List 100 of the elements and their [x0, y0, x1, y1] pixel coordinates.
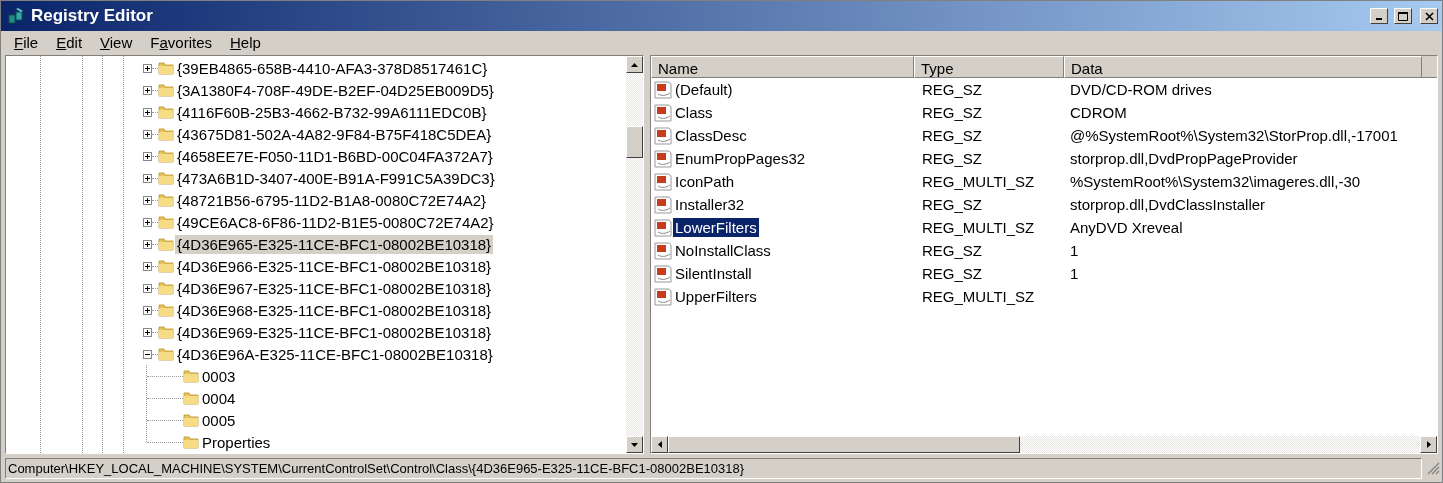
- value-data: AnyDVD Xreveal: [1069, 219, 1184, 236]
- expand-button[interactable]: [143, 327, 152, 337]
- scroll-thumb[interactable]: [668, 436, 1020, 453]
- value-name[interactable]: Class: [673, 103, 715, 122]
- value-name[interactable]: SilentInstall: [673, 264, 754, 283]
- value-type: REG_MULTI_SZ: [921, 288, 1036, 305]
- minimize-button[interactable]: [1370, 8, 1388, 24]
- collapse-button[interactable]: [143, 349, 152, 359]
- value-data: 1: [1069, 242, 1080, 259]
- value-name[interactable]: EnumPropPages32: [673, 149, 808, 168]
- tree-item[interactable]: 0005: [200, 410, 238, 430]
- value-type: REG_SZ: [921, 242, 983, 259]
- plus-icon: [144, 108, 151, 116]
- expand-button[interactable]: [143, 63, 152, 73]
- tree-item[interactable]: {49CE6AC8-6F86-11D2-B1E5-0080C72E74A2}: [175, 212, 496, 232]
- string-value-icon: [654, 126, 672, 145]
- expand-button[interactable]: [143, 305, 152, 315]
- value-data: 1: [1069, 265, 1080, 282]
- expand-button[interactable]: [143, 217, 152, 227]
- string-value-icon: [654, 264, 672, 283]
- scroll-thumb[interactable]: [626, 126, 643, 158]
- tree-item[interactable]: {4658EE7E-F050-11D1-B6BD-00C04FA372A7}: [175, 146, 495, 166]
- value-name[interactable]: (Default): [673, 80, 735, 99]
- resize-grip-icon[interactable]: [1426, 461, 1440, 475]
- folder-icon: [183, 368, 199, 384]
- tree-item[interactable]: {4116F60B-25B3-4662-B732-99A6111EDC0B}: [175, 102, 489, 122]
- arrow-up-icon[interactable]: [631, 62, 638, 67]
- column-header[interactable]: Type: [914, 56, 1064, 78]
- menu-item[interactable]: Favorites: [141, 33, 221, 51]
- tree-item[interactable]: {4D36E968-E325-11CE-BFC1-08002BE10318}: [175, 300, 494, 320]
- expand-button[interactable]: [143, 173, 152, 183]
- menu-item[interactable]: Edit: [47, 33, 92, 51]
- folder-icon: [158, 148, 174, 164]
- tree-item[interactable]: {4D36E96A-E325-11CE-BFC1-08002BE10318}: [175, 344, 495, 364]
- folder-icon: [158, 214, 174, 230]
- value-name[interactable]: NoInstallClass: [673, 241, 773, 260]
- tree-item[interactable]: {48721B56-6795-11D2-B1A8-0080C72E74A2}: [175, 190, 489, 210]
- value-type: REG_SZ: [921, 196, 983, 213]
- plus-icon: [144, 152, 151, 160]
- arrow-down-icon[interactable]: [631, 442, 638, 447]
- value-data: %SystemRoot%\System32\imageres.dll,-30: [1069, 173, 1362, 190]
- tree-item[interactable]: {473A6B1D-3407-400E-B91A-F991C5A39DC3}: [175, 168, 497, 188]
- close-button[interactable]: [1420, 8, 1438, 24]
- value-type: REG_SZ: [921, 127, 983, 144]
- expand-button[interactable]: [143, 239, 152, 249]
- plus-icon: [144, 86, 151, 94]
- expand-button[interactable]: [143, 85, 152, 95]
- menu-item[interactable]: Help: [221, 33, 270, 51]
- value-name[interactable]: IconPath: [673, 172, 737, 191]
- value-name[interactable]: UpperFilters: [673, 287, 759, 306]
- plus-icon: [144, 130, 151, 138]
- folder-icon: [158, 126, 174, 142]
- expand-button[interactable]: [143, 129, 152, 139]
- plus-icon: [144, 218, 151, 226]
- tree-item[interactable]: 0004: [200, 388, 238, 408]
- value-name[interactable]: LowerFilters: [673, 218, 759, 237]
- string-value-icon: [654, 103, 672, 122]
- folder-icon: [158, 104, 174, 120]
- tree-item[interactable]: {4D36E967-E325-11CE-BFC1-08002BE10318}: [175, 278, 494, 298]
- tree-item[interactable]: {4D36E965-E325-11CE-BFC1-08002BE10318}: [175, 234, 494, 254]
- expand-button[interactable]: [143, 195, 152, 205]
- folder-icon: [158, 236, 174, 252]
- tree-item[interactable]: {3A1380F4-708F-49DE-B2EF-04D25EB009D5}: [175, 80, 496, 100]
- tree-item[interactable]: Properties: [200, 432, 273, 452]
- menu-item[interactable]: View: [91, 33, 142, 51]
- menu-item[interactable]: File: [5, 33, 48, 51]
- column-header[interactable]: Data: [1064, 56, 1422, 78]
- arrow-right-icon[interactable]: [1426, 441, 1431, 448]
- maximize-button[interactable]: [1394, 8, 1412, 24]
- tree-item[interactable]: {39EB4865-658B-4410-AFA3-378D8517461C}: [175, 58, 490, 78]
- folder-icon: [183, 390, 199, 406]
- string-value-icon: [654, 195, 672, 214]
- string-value-icon: [654, 241, 672, 260]
- tree-item[interactable]: {4D36E966-E325-11CE-BFC1-08002BE10318}: [175, 256, 494, 276]
- plus-icon: [144, 64, 151, 72]
- value-data: DVD/CD-ROM drives: [1069, 81, 1213, 98]
- status-bar: Computer\HKEY_LOCAL_MACHINE\SYSTEM\CurrentControlSet\Control\Class\{4D36E965-E325-11CE-BFC1-08002BE10318}: [5, 457, 1422, 479]
- value-data: CDROM: [1069, 104, 1128, 121]
- vertical-scrollbar[interactable]: [626, 56, 643, 453]
- value-name[interactable]: Installer32: [673, 195, 747, 214]
- arrow-left-icon[interactable]: [657, 441, 662, 448]
- folder-icon: [183, 412, 199, 428]
- plus-icon: [144, 174, 151, 182]
- maximize-icon: [1398, 11, 1408, 21]
- value-name[interactable]: ClassDesc: [673, 126, 749, 145]
- expand-button[interactable]: [143, 283, 152, 293]
- horizontal-scrollbar[interactable]: [651, 436, 1437, 453]
- tree-item[interactable]: 0003: [200, 366, 238, 386]
- expand-button[interactable]: [143, 107, 152, 117]
- tree-item[interactable]: {4D36E969-E325-11CE-BFC1-08002BE10318}: [175, 322, 494, 342]
- value-type: REG_SZ: [921, 104, 983, 121]
- value-type: REG_SZ: [921, 81, 983, 98]
- value-data: @%SystemRoot%\System32\StorProp.dll,-17001: [1069, 127, 1399, 144]
- expand-button[interactable]: [143, 151, 152, 161]
- expand-button[interactable]: [143, 261, 152, 271]
- column-header[interactable]: Name: [651, 56, 914, 78]
- plus-icon: [144, 306, 151, 314]
- tree-item[interactable]: {43675D81-502A-4A82-9F84-B75F418C5DEA}: [175, 124, 494, 144]
- registry-cubes-icon: [7, 7, 25, 25]
- folder-icon: [158, 302, 174, 318]
